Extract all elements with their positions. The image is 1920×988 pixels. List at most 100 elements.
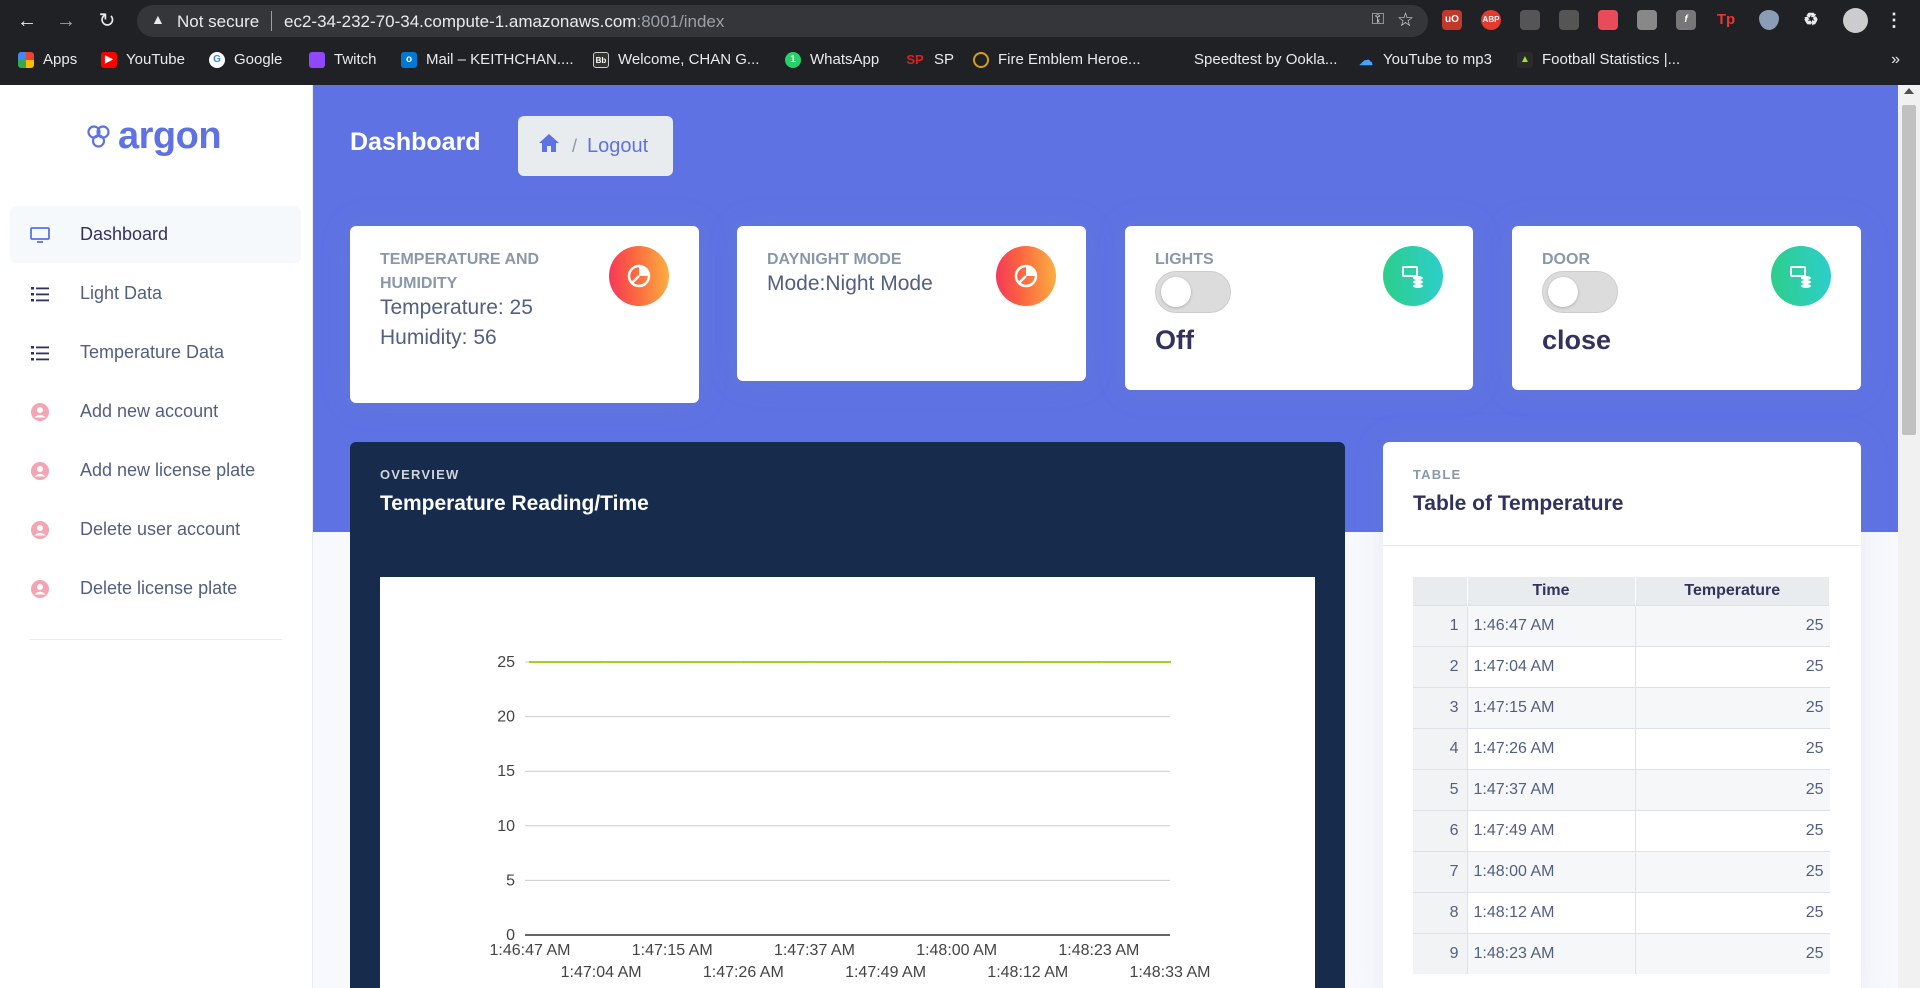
bookmarks-overflow-icon[interactable]: » [1891,51,1900,69]
row-index: 6 [1413,809,1467,851]
outlook-icon: o [401,51,417,68]
bookmark-label: Apps [43,51,78,68]
user-circle-icon [30,579,50,599]
sidebar-item-light-data[interactable]: Light Data [10,265,301,322]
data-point [1168,660,1172,664]
card-divider [1383,545,1861,546]
user-circle-icon [30,461,50,481]
user-circle-icon [30,402,50,422]
bookmark-twitch[interactable]: Twitch [309,51,377,68]
bookmark-sp[interactable]: SP SP [905,51,954,68]
x-tick-label: 1:48:00 AM [916,942,997,959]
toggle-knob [1161,277,1191,307]
bookmark-youtube[interactable]: ▶ YouTube [101,51,185,68]
sidebar-item-add-account[interactable]: Add new account [10,383,301,440]
bookmark-fire-emblem[interactable]: Fire Emblem Heroe... [973,51,1141,68]
bookmark-label: Mail – KEITHCHAN.... [426,51,574,68]
row-temperature: 25 [1634,727,1830,769]
temperature-value: Temperature: 25 [380,296,533,319]
bookmark-mail[interactable]: o Mail – KEITHCHAN.... [401,51,574,68]
extension-a-icon[interactable] [1520,10,1540,30]
lights-toggle[interactable] [1155,271,1231,313]
bookmark-speedtest[interactable]: Speedtest by Ookla... [1169,51,1337,68]
scroll-up-arrow-icon[interactable] [1904,88,1914,94]
row-temperature: 25 [1634,932,1830,974]
data-point [599,660,603,664]
temperature-humidity-card: TEMPERATURE AND HUMIDITY Temperature: 25… [350,226,699,403]
bookmark-apps[interactable]: Apps [18,51,77,68]
chart-area: 0 5 10 15 20 25 1:46:47 AM 1:47:04 AM 1:47:15 AM… [380,577,1315,988]
adblock-plus-icon[interactable]: ABP [1481,10,1501,30]
bookmark-whatsapp[interactable]: 1 WhatsApp [785,51,879,68]
lights-state: Off [1155,325,1194,355]
home-icon[interactable] [538,133,560,159]
sidebar-item-label: Dashboard [80,224,169,244]
scroll-thumb[interactable] [1902,105,1916,435]
page-scrollbar[interactable] [1898,85,1920,988]
row-time: 1:47:26 AM [1466,727,1635,769]
bookmark-welcome[interactable]: Bb Welcome, CHAN G... [593,51,759,68]
sidebar-item-temperature-data[interactable]: Temperature Data [10,324,301,381]
bookmark-label: SP [934,51,955,68]
tp-icon[interactable]: Tp [1716,10,1736,30]
blackboard-icon: Bb [593,51,609,68]
bookmark-google[interactable]: G Google [209,51,282,68]
row-temperature: 25 [1634,645,1830,687]
reload-icon[interactable]: ↻ [96,10,118,32]
column-header-time[interactable]: Time [1467,577,1636,605]
bookmark-football[interactable]: ▲ Football Statistics |... [1517,51,1680,68]
x-tick-label: 1:47:37 AM [774,942,855,959]
bookmark-label: Twitch [334,51,377,68]
sidebar-item-add-license-plate[interactable]: Add new license plate [10,442,301,499]
sidebar-item-delete-user-account[interactable]: Delete user account [10,501,301,558]
url-text[interactable]: ec2-34-232-70-34.compute-1.amazonaws.com… [284,12,724,32]
column-header-temperature[interactable]: Temperature [1635,577,1830,605]
shield-icon[interactable] [1759,10,1779,30]
main-content: Dashboard / Logout TEMPERATURE AND HUMID… [313,85,1898,988]
football-stats-icon: ▲ [1517,51,1533,68]
y-tick-label: 25 [497,654,515,671]
row-time: 1:46:47 AM [1466,604,1635,646]
brand-logo[interactable]: argon [86,115,222,158]
key-icon[interactable]: ⚿ [1372,11,1384,29]
bookmark-label: Speedtest by Ookla... [1194,51,1338,68]
list-icon [30,343,50,363]
bookmark-label: Welcome, CHAN G... [618,51,760,68]
card-label: DAYNIGHT MODE [767,251,902,268]
mode-value: Mode:Night Mode [767,272,933,295]
card-label: TEMPERATURE AND HUMIDITY [380,251,540,292]
humidity-value: Humidity: 56 [380,326,497,349]
extension-d-icon[interactable] [1637,10,1657,30]
bookmark-youtube-mp3[interactable]: ☁ YouTube to mp3 [1358,51,1492,68]
sidebar-item-label: Delete user account [80,519,241,539]
daynight-mode-card: DAYNIGHT MODE Mode:Night Mode [737,226,1086,381]
data-point [955,660,958,664]
table-row: 6 1:47:49 AM 25 [1413,809,1830,851]
puzzle-icon[interactable]: ♻ [1801,10,1821,30]
forward-icon[interactable]: → [55,10,77,32]
menu-kebab-icon[interactable]: ⋮ [1884,10,1904,30]
ublock-icon[interactable]: uO [1442,10,1462,30]
page-title: Dashboard [350,128,481,156]
row-index: 1 [1413,604,1467,646]
bookmark-label: Google [234,51,283,68]
function-icon[interactable]: f [1676,10,1696,30]
sidebar-item-dashboard[interactable]: Dashboard [10,206,301,263]
door-toggle[interactable] [1542,271,1618,313]
card-label: LIGHTS [1155,251,1214,268]
app: argon Dashboard Light Data Temperature D… [0,85,1920,988]
row-time: 1:47:37 AM [1466,768,1635,810]
back-icon[interactable]: ← [16,10,38,32]
sidebar-item-delete-license-plate[interactable]: Delete license plate [10,560,301,617]
sp-icon: SP [906,51,924,67]
table-row: 7 1:48:00 AM 25 [1413,850,1830,892]
logout-link[interactable]: Logout [587,135,648,158]
card-title: Temperature Reading/Time [380,492,649,515]
sidebar-divider [29,639,282,640]
extension-c-icon[interactable] [1598,10,1618,30]
star-icon[interactable]: ☆ [1397,9,1414,32]
profile-avatar-icon[interactable] [1843,8,1868,33]
extension-b-icon[interactable] [1559,10,1579,30]
google-icon: G [209,51,225,68]
address-bar[interactable]: ▲ Not secure ec2-34-232-70-34.compute-1.… [137,5,1428,37]
